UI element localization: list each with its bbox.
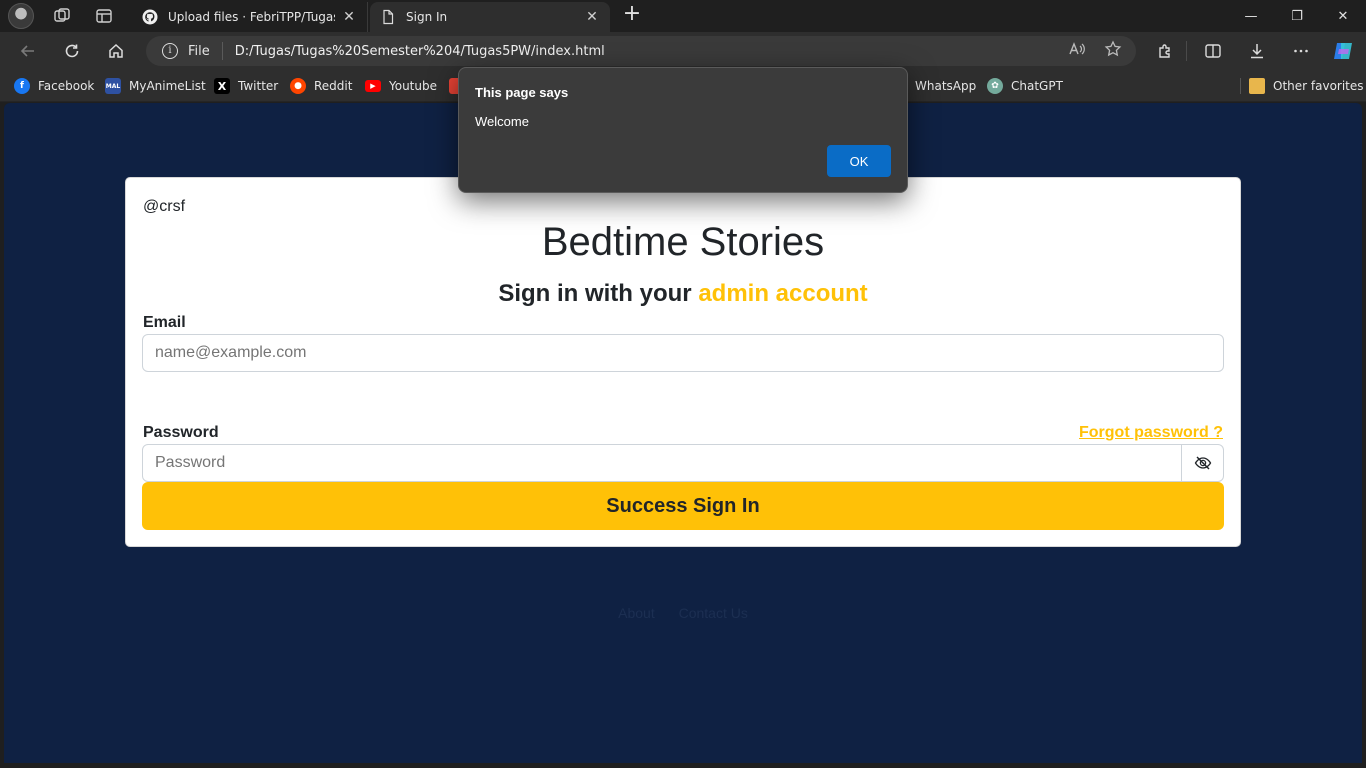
other-favorites[interactable]: Other favorites: [1249, 77, 1364, 95]
tab-close-icon[interactable]: ✕: [341, 9, 357, 25]
favorite-twitter[interactable]: X Twitter: [214, 77, 278, 95]
tab-sign-in[interactable]: Sign In ✕: [370, 2, 610, 32]
workspaces-icon[interactable]: [52, 6, 72, 26]
ok-button[interactable]: OK: [827, 145, 891, 177]
maximize-button[interactable]: ❐: [1274, 0, 1320, 32]
toggle-password-visibility-button[interactable]: [1182, 444, 1224, 482]
read-aloud-icon[interactable]: [1068, 40, 1086, 62]
browser-toolbar: i File D:/Tugas/Tugas%20Semester%204/Tug…: [0, 32, 1366, 70]
favorite-label: Twitter: [238, 79, 279, 93]
new-tab-button[interactable]: +: [620, 3, 644, 27]
favorite-facebook[interactable]: f Facebook: [14, 77, 94, 95]
tab-actions-icon[interactable]: [94, 6, 114, 26]
close-window-button[interactable]: ✕: [1320, 0, 1366, 32]
tab-strip: Upload files · FebriTPP/Tugas-3-P ✕ Sign…: [0, 0, 1366, 32]
reddit-icon: ●: [290, 78, 306, 94]
page-viewport: @crsf Bedtime Stories Sign in with your …: [4, 103, 1362, 763]
folder-icon: [1249, 78, 1265, 94]
home-icon[interactable]: [104, 39, 128, 63]
sign-in-card: @crsf Bedtime Stories Sign in with your …: [125, 177, 1241, 547]
x-icon: X: [214, 78, 230, 94]
dialog-title: This page says: [475, 85, 569, 100]
alert-dialog: This page says Welcome OK: [458, 67, 908, 193]
favorite-youtube[interactable]: ▶ Youtube: [365, 77, 437, 95]
extensions-icon[interactable]: [1154, 40, 1176, 62]
password-field[interactable]: [142, 444, 1182, 482]
page-subtitle: Sign in with your admin account: [126, 280, 1240, 308]
address-scheme-label: File: [188, 43, 210, 59]
dialog-message: Welcome: [475, 114, 529, 129]
tab-title: Sign In: [406, 10, 448, 24]
window-bottom-edge: [0, 763, 1366, 768]
subtitle-text: Sign in with your: [498, 280, 699, 307]
site-info-icon[interactable]: i: [162, 43, 178, 59]
more-options-icon[interactable]: [1290, 40, 1312, 62]
favorite-label: Facebook: [38, 79, 95, 93]
myanimelist-icon: MAL: [105, 78, 121, 94]
page-icon: [383, 9, 394, 25]
favorite-label: MyAnimeList: [129, 79, 206, 93]
minimize-button[interactable]: —: [1228, 0, 1274, 32]
forgot-password-link[interactable]: Forgot password ?: [1079, 424, 1223, 442]
refresh-icon[interactable]: [60, 39, 84, 63]
subtitle-accent: admin account: [698, 280, 868, 307]
page-title: Bedtime Stories: [541, 220, 825, 264]
copilot-icon[interactable]: [1330, 38, 1356, 64]
tab-upload-files[interactable]: Upload files · FebriTPP/Tugas-3-P ✕: [132, 2, 368, 32]
csrf-text: @crsf: [143, 198, 186, 215]
favorite-gmail-partial[interactable]: [449, 77, 458, 95]
other-favorites-label: Other favorites: [1273, 79, 1364, 93]
favorite-label: WhatsApp: [915, 79, 977, 93]
favorites-divider: [1240, 78, 1241, 94]
profile-avatar[interactable]: [8, 3, 34, 29]
email-label: Email: [143, 314, 186, 331]
favorite-myanimelist[interactable]: MAL MyAnimeList: [105, 77, 206, 95]
footer-about-link[interactable]: About: [618, 605, 655, 621]
address-bar[interactable]: i File D:/Tugas/Tugas%20Semester%204/Tug…: [146, 36, 1136, 66]
eye-slash-icon: [1194, 456, 1211, 470]
favorite-reddit[interactable]: ● Reddit: [290, 77, 352, 95]
favorite-label: Reddit: [314, 79, 353, 93]
downloads-icon[interactable]: [1246, 40, 1268, 62]
password-group: [142, 444, 1224, 482]
chatgpt-icon: ✿: [987, 78, 1003, 94]
tab-title: Upload files · FebriTPP/Tugas-3-P: [168, 10, 335, 24]
address-divider: [221, 42, 223, 60]
address-url[interactable]: D:/Tugas/Tugas%20Semester%204/Tugas5PW/i…: [235, 44, 1068, 59]
tab-close-icon[interactable]: ✕: [584, 9, 600, 25]
github-icon: [142, 9, 158, 25]
email-field[interactable]: [142, 334, 1224, 372]
favorite-label: Youtube: [389, 79, 437, 93]
favorite-label: ChatGPT: [1011, 79, 1063, 93]
facebook-icon: f: [14, 78, 30, 94]
gmail-icon: [449, 78, 458, 94]
footer-links: About Contact Us: [4, 605, 1362, 621]
back-icon[interactable]: [16, 39, 40, 63]
split-screen-icon[interactable]: [1202, 40, 1224, 62]
favorite-star-icon[interactable]: [1104, 40, 1122, 62]
favorite-whatsapp[interactable]: WhatsApp: [915, 77, 976, 95]
password-label: Password: [143, 424, 219, 441]
sign-in-button[interactable]: Success Sign In: [142, 482, 1224, 530]
youtube-icon: ▶: [365, 80, 381, 92]
favorite-chatgpt[interactable]: ✿ ChatGPT: [987, 77, 1063, 95]
toolbar-divider: [1186, 41, 1187, 61]
footer-contact-link[interactable]: Contact Us: [679, 605, 748, 621]
